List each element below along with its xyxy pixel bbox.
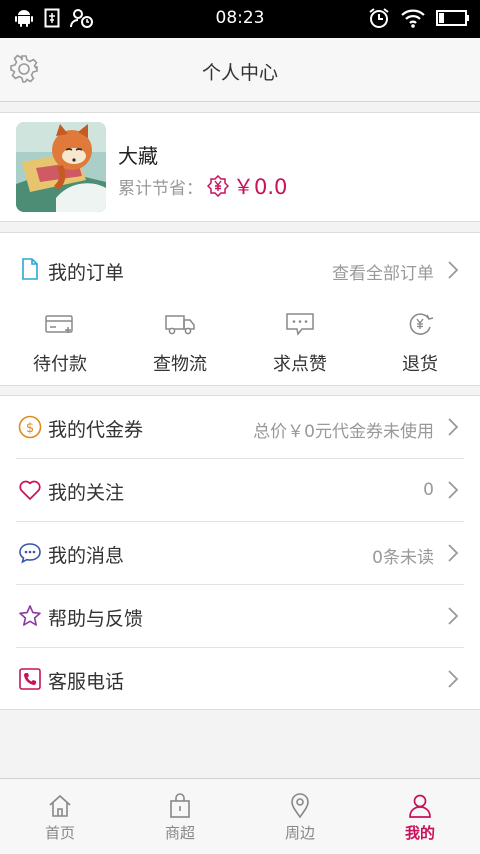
chat-bubble-icon (286, 313, 314, 336)
menu-item-value: 总价￥0元代金券未使用 (253, 422, 434, 442)
my-orders-label: 我的订单 (48, 262, 125, 284)
menu-item-value: 0条未读 (372, 548, 434, 568)
yen-badge-icon (207, 175, 229, 197)
heart-icon (19, 480, 41, 500)
chevron-right-icon (448, 481, 459, 499)
chevron-right-icon (448, 670, 459, 688)
order-status-tabs: 待付款 查物流 求点赞 退货 (0, 307, 480, 379)
savings-row: 累计节省： ￥0.0 (118, 171, 287, 201)
menu-item-label: 我的消息 (48, 545, 125, 567)
truck-icon (165, 315, 195, 335)
menu-item-coupons[interactable]: $ 我的代金券 总价￥0元代金券未使用 (0, 396, 480, 459)
orders-section: 我的订单 查看全部订单 待付款 查物流 求点赞 退货 (0, 232, 480, 386)
order-tab-label: 退货 (402, 354, 438, 375)
menu-item-customer-service[interactable]: 客服电话 (0, 648, 480, 711)
tab-home[interactable]: 首页 (0, 779, 120, 854)
menu-item-label: 我的关注 (48, 482, 125, 504)
tab-nearby[interactable]: 周边 (240, 779, 360, 854)
profile-card[interactable]: 大藏 累计节省： ￥0.0 (0, 112, 480, 222)
tab-label: 我的 (404, 824, 435, 842)
menu-item-label: 我的代金券 (48, 419, 144, 441)
chevron-right-icon (448, 261, 459, 279)
status-bar: 08:23 (0, 0, 480, 38)
battery-icon (436, 10, 469, 26)
location-pin-icon (291, 793, 309, 819)
coupon-icon: $ (18, 415, 42, 439)
shopping-bag-icon (170, 793, 190, 818)
my-orders-row[interactable]: 我的订单 查看全部订单 (0, 233, 480, 305)
home-icon (49, 794, 71, 817)
tab-label: 首页 (44, 824, 75, 842)
tab-label: 周边 (284, 824, 315, 842)
message-icon (19, 543, 41, 564)
savings-label: 累计节省： (118, 178, 203, 199)
yen-refund-icon (409, 313, 434, 335)
order-tab-label: 待付款 (33, 354, 87, 375)
menu-item-favorites[interactable]: 我的关注 0 (0, 459, 480, 522)
page-title: 个人中心 (201, 62, 278, 84)
svg-text:$: $ (26, 421, 34, 436)
savings-value: ￥0.0 (233, 175, 288, 199)
wifi-icon (401, 9, 425, 28)
order-tab-label: 求点赞 (273, 354, 327, 375)
account-menu: $ 我的代金券 总价￥0元代金券未使用 我的关注 0 我的消息 0条未读 帮助与… (0, 395, 480, 710)
order-tab-label: 查物流 (153, 354, 207, 375)
menu-item-help-feedback[interactable]: 帮助与反馈 (0, 585, 480, 648)
order-tab-track-shipping[interactable]: 查物流 (120, 307, 240, 379)
tab-supermarket[interactable]: 商超 (120, 779, 240, 854)
order-tab-pending-payment[interactable]: 待付款 (0, 307, 120, 379)
chevron-right-icon (448, 418, 459, 436)
nav-bar: 个人中心 (0, 38, 480, 102)
avatar[interactable] (16, 122, 106, 212)
document-icon (22, 258, 38, 280)
chevron-right-icon (448, 544, 459, 562)
menu-item-label: 客服电话 (48, 671, 125, 693)
order-tab-request-likes[interactable]: 求点赞 (240, 307, 360, 379)
bottom-tab-bar: 首页 商超 周边 我的 (0, 778, 480, 854)
tab-mine[interactable]: 我的 (360, 779, 480, 854)
user-name: 大藏 (118, 144, 158, 168)
menu-item-label: 帮助与反馈 (48, 608, 144, 630)
order-tab-returns[interactable]: 退货 (360, 307, 480, 379)
view-all-orders-link[interactable]: 查看全部订单 (332, 259, 434, 284)
user-icon (409, 794, 431, 818)
menu-item-value: 0 (423, 480, 434, 500)
menu-item-messages[interactable]: 我的消息 0条未读 (0, 522, 480, 585)
alarm-icon (369, 8, 389, 28)
tab-label: 商超 (164, 824, 195, 842)
phone-icon (19, 668, 41, 690)
star-icon (19, 605, 41, 626)
chevron-right-icon (448, 607, 459, 625)
card-icon (45, 315, 73, 333)
